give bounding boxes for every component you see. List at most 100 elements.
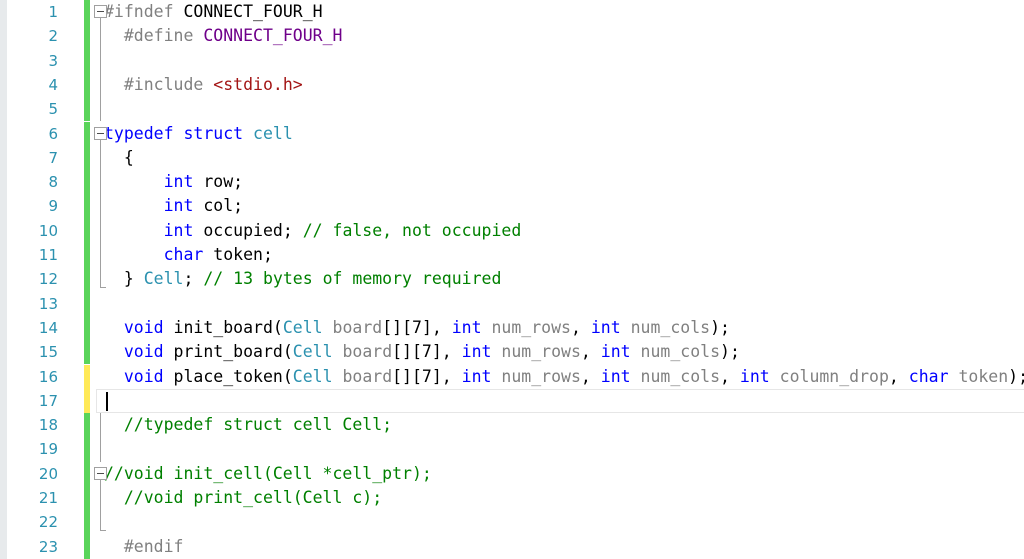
line-number: 16 bbox=[38, 367, 58, 386]
token-plain: ); bbox=[710, 317, 730, 337]
code-text[interactable]: #ifndef CONNECT_FOUR_H bbox=[104, 0, 323, 24]
code-line[interactable]: 10 int occupied; // false, not occupied bbox=[0, 218, 1024, 243]
line-number: 11 bbox=[38, 246, 58, 264]
token-plain: , bbox=[720, 366, 740, 386]
code-text[interactable]: typedef struct cell bbox=[104, 122, 293, 146]
code-text[interactable]: void init_board(Cell board[][7], int num… bbox=[104, 316, 730, 340]
code-text[interactable]: int occupied; // false, not occupied bbox=[104, 219, 522, 243]
code-line[interactable]: 7 { bbox=[0, 145, 1024, 171]
code-line[interactable]: 20 //void init_cell(Cell *cell_ptr); bbox=[0, 461, 1024, 486]
token-pre: #endif bbox=[123, 536, 184, 556]
code-line[interactable]: 14 void init_board(Cell board[][7], int … bbox=[0, 315, 1024, 341]
token-comment: // false, not occupied bbox=[302, 220, 522, 240]
token-pre: #define bbox=[123, 26, 204, 46]
change-bar-saved bbox=[84, 340, 90, 365]
token-param: board bbox=[342, 342, 393, 362]
code-line[interactable]: 9 int col; bbox=[0, 194, 1024, 219]
token-plain: CONNECT_FOUR_H bbox=[183, 2, 323, 21]
token-pre: #include bbox=[123, 74, 214, 94]
token-kw: void bbox=[123, 366, 164, 386]
token-param: board bbox=[332, 317, 383, 337]
line-number: 18 bbox=[38, 416, 58, 435]
code-text[interactable]: int col; bbox=[104, 194, 243, 218]
code-line[interactable]: 17 bbox=[0, 388, 1024, 414]
current-line-highlight bbox=[96, 388, 1024, 413]
token-plain: token; bbox=[203, 245, 273, 264]
line-number: 7 bbox=[48, 148, 58, 167]
code-line[interactable]: 19 bbox=[0, 437, 1024, 462]
code-line[interactable]: 12 } Cell; // 13 bytes of memory require… bbox=[0, 267, 1024, 292]
code-line[interactable]: 11 char token; bbox=[0, 243, 1024, 268]
text-caret bbox=[106, 391, 108, 411]
code-text[interactable]: int row; bbox=[104, 170, 243, 194]
line-number: 23 bbox=[38, 537, 58, 556]
code-line[interactable]: 21 //void print_cell(Cell c); bbox=[0, 486, 1024, 511]
code-line[interactable]: 18 //typedef struct cell Cell; bbox=[0, 413, 1024, 438]
change-bar-unsaved bbox=[84, 364, 90, 389]
line-number: 2 bbox=[48, 27, 58, 46]
code-line[interactable]: 22 bbox=[0, 510, 1024, 535]
change-bar-saved bbox=[84, 486, 90, 511]
code-text[interactable]: #include <stdio.h> bbox=[104, 73, 303, 97]
code-line[interactable]: 3 bbox=[0, 48, 1024, 73]
token-type: Cell bbox=[292, 366, 333, 386]
code-line[interactable]: 6 typedef struct cell bbox=[0, 121, 1024, 146]
code-line[interactable]: 8 int row; bbox=[0, 170, 1024, 195]
code-line[interactable]: 1 #ifndef CONNECT_FOUR_H bbox=[0, 0, 1024, 25]
code-line[interactable]: 13 bbox=[0, 291, 1024, 316]
token-plain: , bbox=[580, 366, 601, 386]
token-param: num_rows bbox=[491, 317, 571, 337]
code-line[interactable]: 4 #include <stdio.h> bbox=[0, 72, 1024, 98]
token-plain: col; bbox=[193, 196, 244, 216]
code-text[interactable]: } Cell; // 13 bytes of memory required bbox=[104, 267, 502, 291]
code-line[interactable]: 5 bbox=[0, 97, 1024, 122]
token-param: board bbox=[342, 366, 393, 386]
code-text[interactable]: void place_token(Cell board[][7], int nu… bbox=[104, 365, 1024, 389]
code-text[interactable]: void print_board(Cell board[][7], int nu… bbox=[104, 340, 740, 364]
line-number: 5 bbox=[48, 100, 58, 119]
token-type: Cell bbox=[292, 342, 333, 362]
line-number: 21 bbox=[38, 489, 58, 507]
line-number: 1 bbox=[48, 3, 58, 21]
token-plain: ); bbox=[720, 342, 740, 362]
token-param: num_rows bbox=[501, 366, 581, 386]
change-bar-saved bbox=[84, 48, 90, 73]
token-kw: void bbox=[123, 317, 164, 337]
token-plain: [][7], bbox=[392, 366, 462, 386]
token-kw: int bbox=[163, 220, 194, 240]
change-bar-saved bbox=[84, 218, 90, 243]
code-line[interactable]: 2 #define CONNECT_FOUR_H bbox=[0, 24, 1024, 49]
code-text[interactable]: { bbox=[104, 146, 134, 170]
code-line[interactable]: 16 void place_token(Cell board[][7], int… bbox=[0, 364, 1024, 389]
line-number: 13 bbox=[38, 294, 58, 313]
line-number: 12 bbox=[38, 270, 58, 289]
code-text[interactable]: //void init_cell(Cell *cell_ptr); bbox=[104, 462, 432, 486]
current-line-left-edge bbox=[96, 388, 97, 413]
code-editor[interactable]: 1 #ifndef CONNECT_FOUR_H 2 #define CONNECT… bbox=[0, 0, 1024, 559]
line-number: 3 bbox=[48, 51, 58, 70]
code-text[interactable]: #define CONNECT_FOUR_H bbox=[104, 24, 343, 48]
code-line[interactable]: 15 void print_board(Cell board[][7], int… bbox=[0, 340, 1024, 365]
code-line[interactable]: 23 #endif bbox=[0, 534, 1024, 559]
change-bar-saved bbox=[84, 97, 90, 122]
token-param: num_cols bbox=[640, 342, 721, 362]
code-text[interactable]: #endif bbox=[104, 535, 184, 559]
token-plain: occupied; bbox=[193, 220, 303, 240]
change-bar-saved bbox=[84, 170, 90, 195]
code-text[interactable]: //typedef struct cell Cell; bbox=[104, 413, 392, 437]
token-plain: ; bbox=[183, 269, 204, 289]
code-text[interactable]: //void print_cell(Cell c); bbox=[104, 486, 382, 510]
code-text[interactable]: char token; bbox=[104, 243, 273, 267]
token-kw: int bbox=[461, 366, 492, 386]
token-plain: place_token( bbox=[163, 366, 293, 386]
